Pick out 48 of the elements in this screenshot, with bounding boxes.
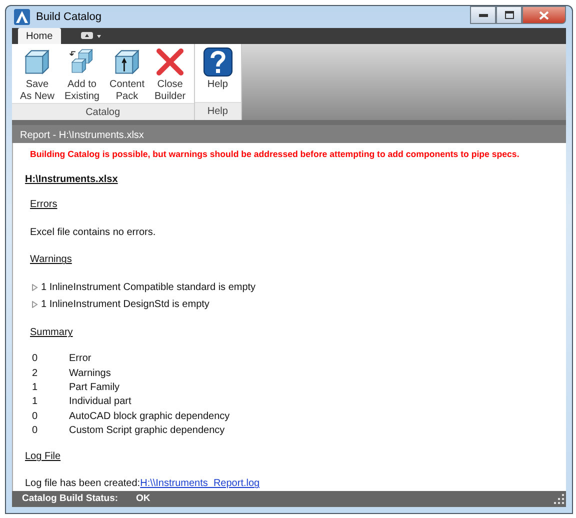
summary-count: 2 (32, 368, 38, 379)
expander-icon[interactable] (32, 301, 38, 308)
summary-label: Custom Script graphic dependency (69, 424, 225, 438)
ribbon-tab[interactable]: Home (18, 28, 61, 44)
help-icon (202, 46, 233, 77)
warning-item: 1 InlineInstrument DesignStd is empty (41, 298, 210, 312)
summary-count: 0 (32, 424, 38, 436)
summary-count: 0 (32, 410, 38, 422)
app-logo-icon (14, 8, 30, 25)
ribbon-button[interactable]: Content Pack (105, 46, 148, 103)
close-x-icon (155, 46, 186, 77)
ribbon-button[interactable]: Close Builder (150, 46, 190, 103)
section-heading: Summary (30, 326, 73, 340)
summary-count: 1 (32, 396, 38, 408)
ribbon-button[interactable]: Save As New (16, 46, 58, 103)
window-title: Build Catalog (36, 10, 102, 25)
log-file-link[interactable]: H:\\Instruments_Report.log (140, 478, 260, 490)
summary-label: Part Family (69, 381, 120, 394)
maximize-icon (504, 11, 514, 19)
summary-label: Error (69, 352, 92, 366)
error-summary-text: Excel file contains no errors. (30, 226, 156, 240)
summary-label: AutoCAD block graphic dependency (69, 410, 230, 423)
section-heading: Errors (30, 198, 58, 212)
summary-count: 1 (32, 382, 38, 393)
ribbon-button[interactable]: Help (198, 46, 237, 102)
ribbon-group-label: Catalog (12, 102, 194, 121)
ribbon-group-label: Help (194, 102, 241, 120)
warning-item: 1 InlineInstrument Compatible standard is empty (41, 281, 256, 296)
status-value: OK (136, 492, 150, 506)
minimize-icon (478, 13, 488, 17)
maximize-button[interactable] (496, 6, 522, 24)
report-header: Report - H:\Instruments.xlsx (12, 125, 566, 144)
close-icon (539, 10, 549, 20)
resize-grip-icon[interactable] (554, 494, 564, 504)
quick-access-toolbar-icon[interactable] (80, 32, 103, 40)
summary-label: Warnings (69, 366, 111, 380)
close-button[interactable] (522, 6, 566, 24)
ribbon-button[interactable]: Add to Existing (60, 46, 104, 103)
section-heading: Warnings (30, 253, 72, 268)
status-label: Catalog Build Status: (22, 492, 120, 506)
warning-message: Building Catalog is possible, but warnings should be addressed before attempting to add components to pipe specs. (30, 148, 520, 162)
file-heading: H:\Instruments.xlsx (25, 173, 118, 188)
section-heading: Log File (25, 450, 61, 464)
summary-label: Individual part (69, 395, 132, 409)
minimize-button[interactable] (470, 6, 496, 24)
expander-icon[interactable] (32, 284, 38, 292)
log-message: Log file has been created:H:\\Instruments_Report.log (25, 477, 260, 492)
summary-count: 0 (32, 353, 38, 364)
